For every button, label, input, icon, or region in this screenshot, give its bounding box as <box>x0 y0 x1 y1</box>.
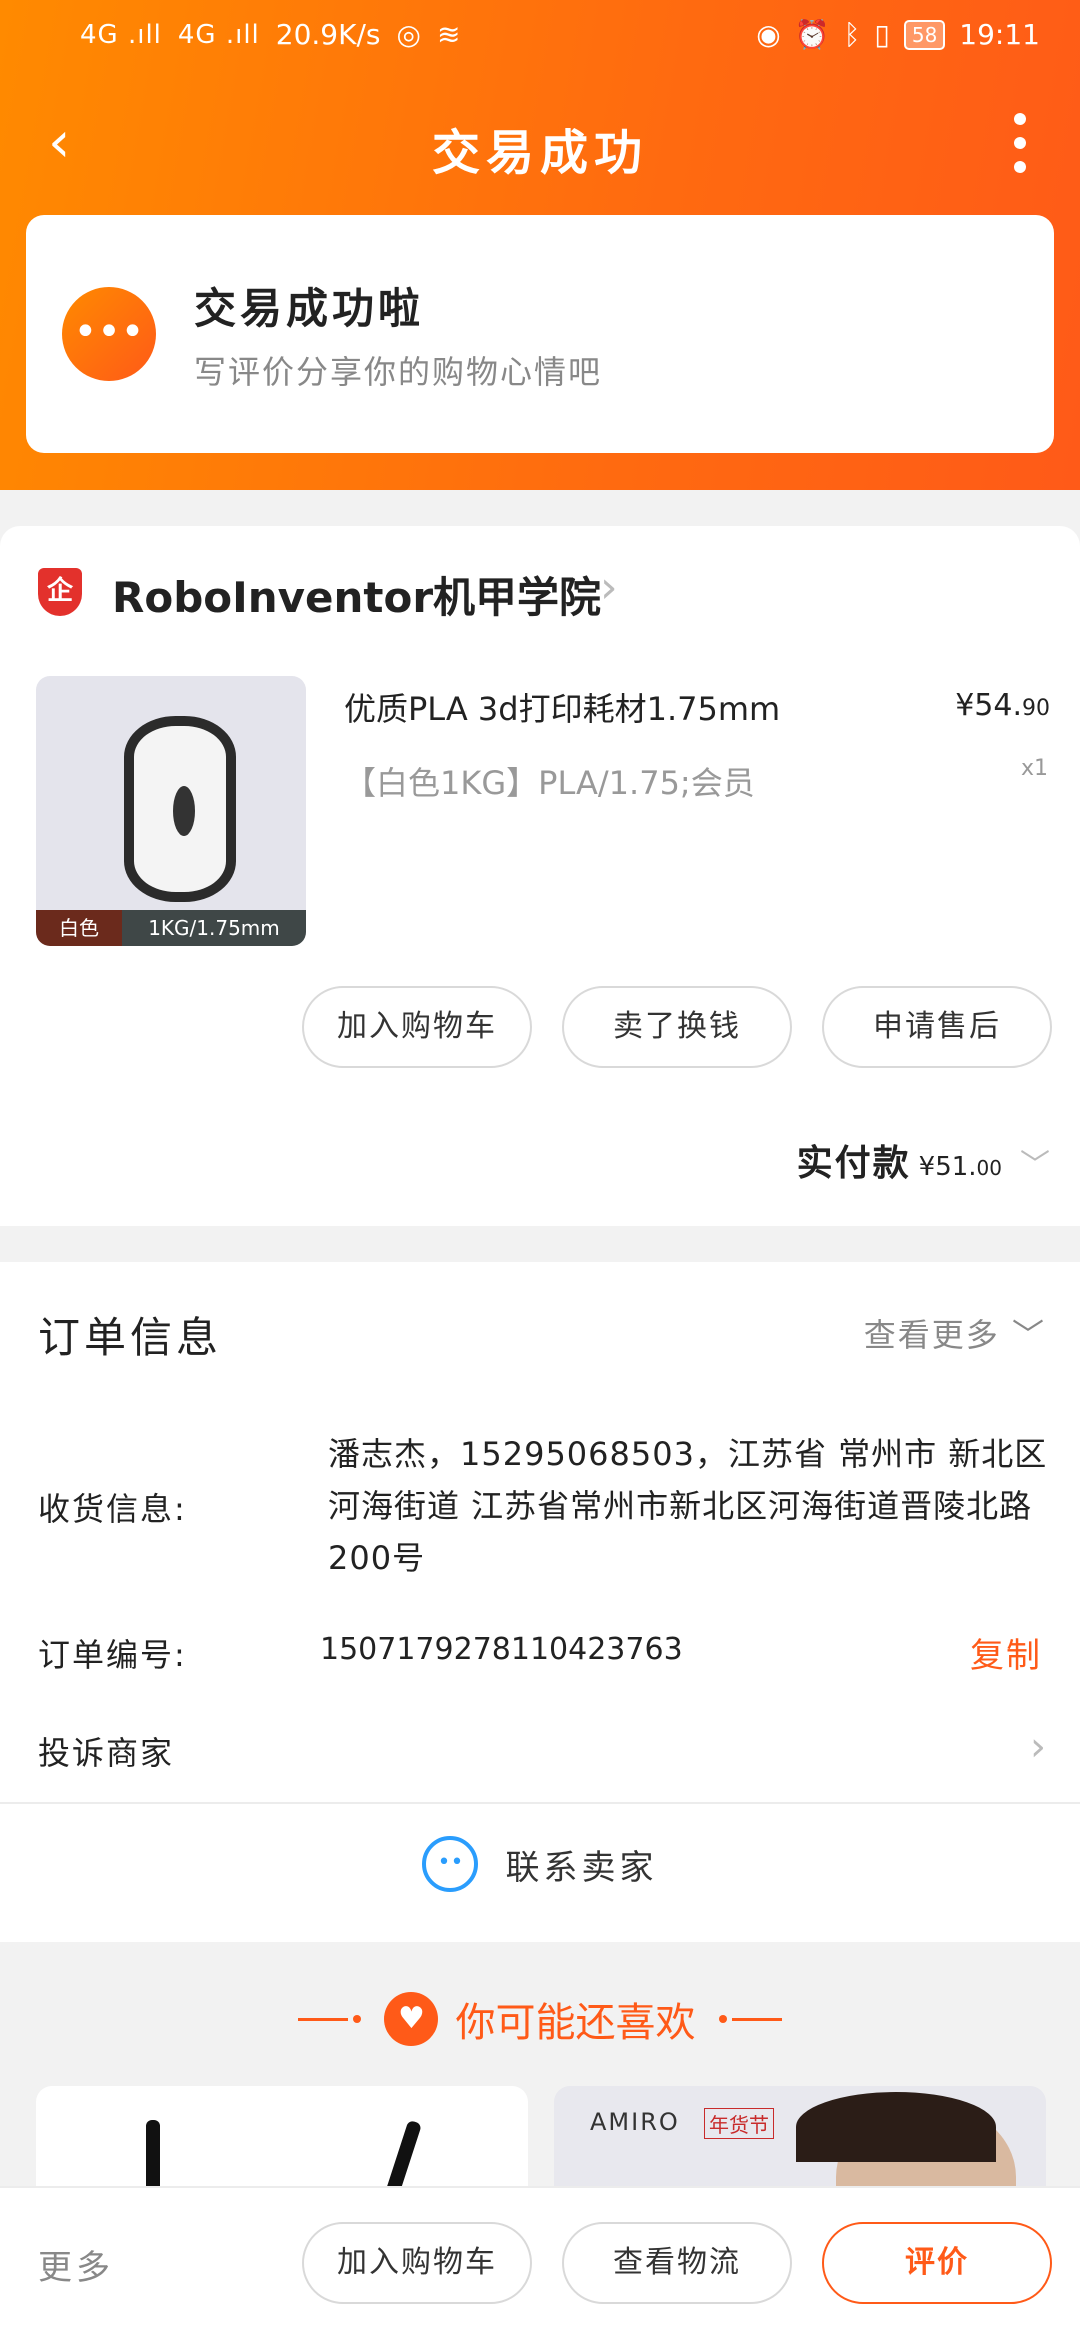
chevron-down-icon: ﹀ <box>1011 1316 1046 1354</box>
image-tag-color: 白色 <box>36 910 122 946</box>
order-number: 1507179278110423763 <box>320 1632 683 1667</box>
add-to-cart-bottom-button[interactable]: 加入购物车 <box>302 2222 532 2304</box>
decor-dot <box>353 2015 362 2023</box>
status-bar: 4G .ıll 4G .ıll 20.9K/s ◎ ≋ ◉ ⏰ ᛒ ▯ 58 1… <box>0 0 1080 72</box>
review-button[interactable]: 评价 <box>822 2222 1052 2304</box>
chat-bubble-icon: ••• <box>62 287 156 381</box>
battery-indicator: 58 <box>903 19 946 50</box>
decor-line <box>731 2017 782 2021</box>
divider <box>0 1802 1080 1804</box>
contact-seller-label: 联系卖家 <box>505 1847 658 1888</box>
recommend-title: 你可能还喜欢 <box>455 2000 696 2046</box>
copy-button[interactable]: 复制 <box>970 1628 1042 1677</box>
view-more-label: 查看更多 <box>863 1316 1000 1354</box>
price-main: ¥54. <box>955 688 1022 723</box>
payment-amount: ¥51.00 <box>919 1152 1002 1182</box>
chevron-right-icon[interactable]: › <box>1030 1724 1046 1770</box>
clock: 19:11 <box>959 18 1040 51</box>
chat-face-icon: •• <box>422 1836 479 1892</box>
brand-tag: 年货节 <box>704 2108 774 2139</box>
recommend-item-card[interactable] <box>36 2086 528 2186</box>
vibrate-icon: ▯ <box>874 18 890 51</box>
order-info-card: 订单信息 查看更多 ﹀ 收货信息: 潘志杰，15295068503，江苏省 常州… <box>0 1262 1080 1942</box>
shipping-address: 潘志杰，15295068503，江苏省 常州市 新北区 河海街道 江苏省常州市新… <box>328 1435 1048 1577</box>
view-more-link[interactable]: 查看更多 ﹀ <box>864 1310 1046 1356</box>
amount-main: ¥51. <box>918 1152 977 1182</box>
signal-icon: 4G .ıll <box>80 19 162 50</box>
complain-seller[interactable]: 投诉商家 <box>38 1728 174 1774</box>
bluetooth-icon: ᛒ <box>843 18 861 51</box>
product-spec: 【白色1KG】PLA/1.75;会员 <box>344 764 755 802</box>
product-quantity: x1 <box>1020 756 1048 781</box>
signal-icon-2: 4G .ıll <box>177 19 260 50</box>
more-menu-icon[interactable] <box>1000 113 1040 173</box>
navigation-bar: ‹ 交易成功 <box>0 95 1080 195</box>
price-cents: 90 <box>1022 696 1050 721</box>
after-sale-button[interactable]: 申请售后 <box>822 986 1052 1068</box>
amount-cents: 00 <box>976 1156 1002 1180</box>
nfc-icon: ◎ <box>396 18 421 51</box>
decor-dot <box>718 2015 727 2023</box>
wifi-icon: ≋ <box>436 18 461 51</box>
bottom-action-bar: 更多 加入购物车 查看物流 评价 <box>0 2186 1080 2340</box>
product-price: ¥54.90 <box>955 688 1050 723</box>
success-title: 交易成功啦 <box>194 284 425 333</box>
shop-name[interactable]: RoboInventor机甲学院 <box>112 564 601 625</box>
order-number-label: 订单编号: <box>38 1636 187 1674</box>
shipping-label: 收货信息: <box>38 1490 187 1528</box>
more-button[interactable]: 更多 <box>38 2240 114 2289</box>
order-item-card: 企 RoboInventor机甲学院 › 白色 1KG/1.75mm 优质PLA… <box>0 526 1080 1226</box>
recommend-item-card[interactable]: AMIRO 年货节 <box>554 2086 1046 2186</box>
page-title: 交易成功 <box>431 125 648 181</box>
network-speed: 20.9K/s <box>275 18 381 51</box>
contact-seller-button[interactable]: •• 联系卖家 <box>0 1836 1080 1916</box>
payment-label: 实付款 <box>796 1143 911 1184</box>
cable-image <box>383 2119 423 2186</box>
sell-button[interactable]: 卖了换钱 <box>562 986 792 1068</box>
brand-logo: AMIRO <box>590 2108 680 2136</box>
view-logistics-button[interactable]: 查看物流 <box>562 2222 792 2304</box>
chevron-down-icon[interactable]: ﹀ <box>1020 1140 1050 1184</box>
eye-icon: ◉ <box>756 18 781 51</box>
image-tag-size: 1KG/1.75mm <box>122 910 306 946</box>
product-title[interactable]: 优质PLA 3d打印耗材1.75mm <box>344 684 780 730</box>
order-info-title: 订单信息 <box>38 1313 223 1362</box>
model-hair <box>796 2092 996 2162</box>
alarm-icon: ⏰ <box>794 18 830 51</box>
success-subtitle: 写评价分享你的购物心情吧 <box>194 353 603 391</box>
add-to-cart-button[interactable]: 加入购物车 <box>302 986 532 1068</box>
heart-icon: ♥ <box>384 1992 439 2046</box>
product-image[interactable]: 白色 1KG/1.75mm <box>36 676 306 946</box>
spool-core <box>173 786 195 836</box>
enterprise-badge-icon: 企 <box>38 568 82 616</box>
cable-image <box>146 2120 160 2186</box>
decor-line <box>298 2017 349 2021</box>
chevron-right-icon[interactable]: › <box>600 562 618 613</box>
recommend-header: ♥ 你可能还喜欢 <box>0 1990 1080 2060</box>
success-card[interactable]: ••• 交易成功啦 写评价分享你的购物心情吧 <box>26 215 1054 453</box>
payment-row[interactable]: 实付款 ¥51.00 ﹀ <box>797 1134 1050 1186</box>
